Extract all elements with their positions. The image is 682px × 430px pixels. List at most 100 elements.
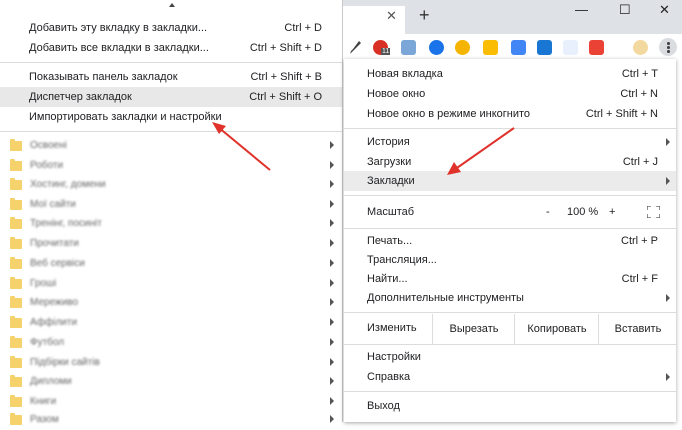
at-sign-icon[interactable] [429,40,444,55]
downloads-item[interactable]: Загрузки Ctrl + J [344,152,676,172]
menu-item-label: Найти... [367,273,408,285]
menu-item-label: Трансляция... [367,254,437,266]
help-item[interactable]: Справка [344,367,676,387]
menu-item-label: Новое окно в режиме инкогнито [367,108,531,120]
scroll-up-icon[interactable] [169,3,175,7]
folder-label: Роботи [30,160,64,171]
print-item[interactable]: Печать... Ctrl + P [344,231,676,251]
bookmark-folder[interactable]: Освоені [0,136,342,156]
translate-icon[interactable] [511,40,526,55]
close-window-button[interactable]: ✕ [659,2,670,18]
main-menu-button[interactable] [659,38,677,56]
bookmark-folder[interactable]: Прочитати [0,234,342,254]
menu-item-shortcut: Ctrl + J [622,156,658,168]
menu-item-label: Диспетчер закладок [29,91,132,103]
folder-icon [10,159,22,171]
cast-item[interactable]: Трансляция... [344,250,676,270]
add-bookmark-item[interactable]: Добавить эту вкладку в закладки... Ctrl … [0,18,342,38]
more-tools-item[interactable]: Дополнительные инструменты [344,288,676,308]
maximize-button[interactable]: ☐ [619,2,631,18]
chevron-right-icon [330,259,334,267]
folder-icon [10,296,22,308]
menu-item-label: Дополнительные инструменты [367,292,524,304]
menu-item-shortcut: Ctrl + T [621,68,658,80]
bookmark-folder[interactable]: Роботи [0,156,342,176]
cut-button[interactable]: Вырезать [432,314,515,344]
bookmark-folder[interactable]: Книги [0,392,342,412]
bookmark-folder[interactable]: Тренінг, посиніт [0,214,342,234]
folder-icon [10,413,22,425]
bookmark-folder[interactable]: Разом [0,410,342,430]
menu-item-label: Печать... [367,235,413,247]
extensions-toolbar: 11 [343,34,682,60]
chevron-right-icon [330,377,334,385]
bookmarks-item[interactable]: Закладки [344,171,676,191]
menu-item-label: Справка [367,371,411,383]
new-window-item[interactable]: Новое окно Ctrl + N [344,84,676,104]
moon-icon[interactable] [455,40,470,55]
find-item[interactable]: Найти... Ctrl + F [344,269,676,289]
main-menu: Новая вкладка Ctrl + T Новое окно Ctrl +… [344,59,676,422]
menu-item-shortcut: Ctrl + Shift + D [249,42,322,54]
chevron-right-icon [666,177,670,185]
chevron-right-icon [330,161,334,169]
paste-button[interactable]: Вставить [598,314,677,344]
exit-item[interactable]: Выход [344,396,676,416]
close-tab-icon[interactable]: ✕ [386,8,397,24]
chevron-right-icon [330,219,334,227]
menu-item-shortcut: Ctrl + D [284,22,322,34]
menu-item-label: Импортировать закладки и настройки [29,111,222,123]
menu-item-shortcut: Ctrl + Shift + N [585,108,658,120]
chevron-right-icon [330,180,334,188]
tab-strip: ✕ + — ☐ ✕ [343,0,682,34]
folder-icon [10,375,22,387]
folder-icon [10,237,22,249]
avatar[interactable] [633,40,648,55]
menu-item-shortcut: Ctrl + Shift + O [249,91,322,103]
incognito-window-item[interactable]: Новое окно в режиме инкогнито Ctrl + Shi… [344,104,676,124]
screenshot-icon[interactable] [589,40,604,55]
checkmark-icon[interactable] [537,40,552,55]
fullscreen-icon[interactable] [647,206,660,218]
menu-item-label: Добавить все вкладки в закладки... [29,42,209,54]
calendar-icon[interactable] [401,40,416,55]
zoom-row: Масштаб - 100 % + [344,201,676,223]
bookmark-folder[interactable]: Гроші [0,274,342,294]
chevron-right-icon [330,298,334,306]
zoom-out-button[interactable]: - [546,201,550,223]
bookmark-folder[interactable]: Веб сервіси [0,254,342,274]
settings-item[interactable]: Настройки [344,347,676,367]
add-all-bookmarks-item[interactable]: Добавить все вкладки в закладки... Ctrl … [0,38,342,58]
new-tab-item[interactable]: Новая вкладка Ctrl + T [344,64,676,84]
folder-icon [10,356,22,368]
chevron-right-icon [330,279,334,287]
eyedropper-icon[interactable] [349,40,362,55]
copy-button[interactable]: Копировать [514,314,599,344]
divider [344,128,676,129]
minimize-button[interactable]: — [575,2,588,17]
bookmark-extension-icon[interactable] [483,40,498,55]
bookmark-folder[interactable]: Хостинг, домени [0,175,342,195]
menu-item-shortcut: Ctrl + N [620,88,658,100]
folder-label: Книги [30,396,57,407]
bookmark-folder[interactable]: Футбол [0,333,342,353]
folder-label: Гроші [30,278,57,289]
folder-label: Мої сайти [30,199,76,210]
plugin-icon[interactable] [563,40,578,55]
folder-icon [10,257,22,269]
zoom-in-button[interactable]: + [609,201,615,223]
folder-label: Разом [30,414,59,425]
bookmark-folder[interactable]: Мереживо [0,293,342,313]
bookmark-folder[interactable]: Дипломи [0,372,342,392]
show-bookmarks-bar-item[interactable]: Показывать панель закладок Ctrl + Shift … [0,67,342,87]
import-bookmarks-item[interactable]: Импортировать закладки и настройки [0,107,342,127]
bookmark-folder[interactable]: Аффілити [0,313,342,333]
bookmark-folder[interactable]: Підбірки сайтів [0,353,342,373]
bookmark-folder[interactable]: Мої сайти [0,195,342,215]
chevron-right-icon [330,141,334,149]
divider [344,344,676,345]
history-item[interactable]: История [344,132,676,152]
bookmark-manager-item[interactable]: Диспетчер закладок Ctrl + Shift + O [0,87,342,107]
menu-item-label: История [367,136,410,148]
new-tab-button[interactable]: + [419,5,430,26]
